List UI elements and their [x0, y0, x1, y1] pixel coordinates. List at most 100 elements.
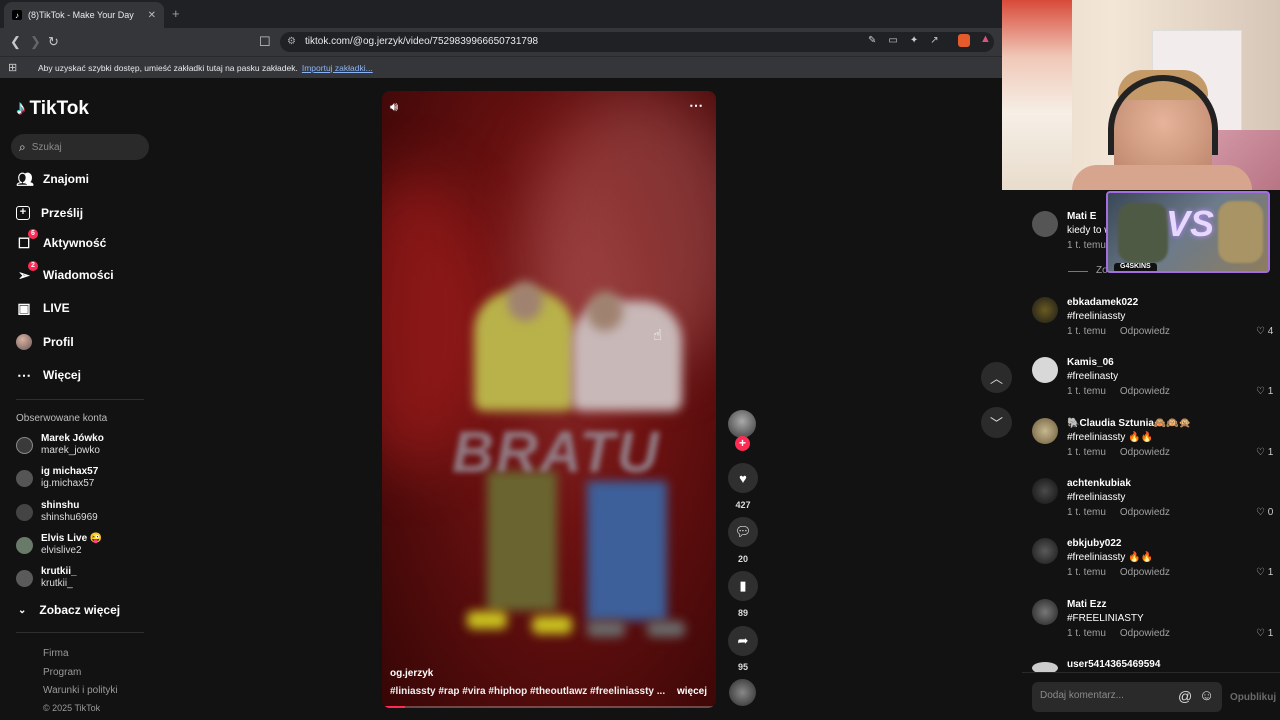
previous-video-button[interactable]: ︿	[981, 362, 1012, 393]
comment-author[interactable]: Kamis_06	[1067, 357, 1114, 368]
back-icon[interactable]: ❮	[10, 34, 21, 50]
heart-outline-icon[interactable]: ♡	[1256, 447, 1265, 458]
share-button[interactable]: ➦	[728, 626, 758, 656]
author-avatar[interactable]	[728, 410, 756, 438]
comment-input[interactable]: Dodaj komentarz...	[1032, 682, 1222, 712]
footer-link-company[interactable]: Firma	[43, 648, 69, 659]
avatar[interactable]	[1032, 211, 1058, 237]
comment-author[interactable]: ebkjuby022	[1067, 538, 1121, 549]
avatar	[16, 436, 33, 454]
comment-button[interactable]: 💬︎	[728, 517, 758, 547]
more-options-icon[interactable]: ⋯	[689, 97, 703, 114]
comment-author[interactable]: achtenkubiak	[1067, 478, 1131, 489]
video-hashtags[interactable]: #liniassty #rap #vira #hiphop #theoutlaw…	[390, 686, 665, 697]
sidebar-divider	[16, 632, 144, 633]
nav-label: Więcej	[43, 368, 81, 382]
curtain	[1002, 0, 1072, 190]
save-count: 89	[737, 608, 748, 618]
heart-outline-icon[interactable]: ♡	[1256, 507, 1265, 518]
search-placeholder: Szukaj	[31, 141, 62, 153]
like-button[interactable]: ♥	[728, 463, 758, 493]
nav-live[interactable]: ▣ LIVE	[16, 298, 69, 318]
followed-accounts-title: Obserwowane konta	[16, 413, 108, 424]
mention-icon[interactable]: @	[1178, 688, 1192, 704]
followed-account[interactable]: shinshu shinshu6969	[16, 500, 98, 524]
footer-link-terms[interactable]: Warunki i polityki	[43, 685, 118, 696]
comment-time: 1 t. temu	[1067, 326, 1106, 337]
comment-count: 20	[737, 554, 748, 564]
import-bookmarks-link[interactable]: Importuj zakładki...	[302, 63, 373, 73]
comment-time: 1 t. temu	[1067, 240, 1106, 251]
avatar	[16, 469, 33, 487]
nav-messages[interactable]: ➢ 2 Wiadomości	[16, 260, 114, 285]
reload-icon[interactable]: ↻	[48, 34, 59, 50]
account-name: Marek Jówko	[41, 433, 104, 444]
heart-outline-icon[interactable]: ♡	[1256, 386, 1265, 397]
reply-button[interactable]: Odpowiedz	[1120, 628, 1170, 639]
account-handle: krutkii_	[41, 578, 73, 589]
heart-outline-icon[interactable]: ♡	[1256, 567, 1265, 578]
video-progress-bar[interactable]	[382, 706, 716, 708]
comment-text: #freeliniassty	[1067, 492, 1126, 503]
search-input[interactable]: ⌕ Szukaj	[11, 134, 149, 160]
new-tab-icon[interactable]: +	[172, 6, 180, 21]
nav-friends[interactable]: 👥︎ Znajomi	[16, 169, 89, 189]
nav-more[interactable]: ⋯ Więcej	[16, 365, 81, 385]
followed-account[interactable]: Elvis Live 😜 elvislive2	[16, 533, 102, 557]
follow-plus-icon[interactable]: +	[735, 436, 750, 451]
comment-author[interactable]: 🐘Claudia Sztunia🙈🙉🙊	[1067, 418, 1191, 429]
avatar[interactable]	[1032, 357, 1058, 383]
reply-button[interactable]: Odpowiedz	[1120, 507, 1170, 518]
site-info-icon[interactable]: ⚙	[287, 36, 296, 47]
browser-toolbar-icons[interactable]: ✎▭✦↗	[868, 35, 951, 46]
comment-input-placeholder: Dodaj komentarz...	[1040, 690, 1124, 701]
forward-icon[interactable]: ❯	[30, 34, 41, 50]
followed-account[interactable]: Marek Jówko marek_jowko	[16, 433, 104, 457]
more-icon: ⋯	[17, 366, 31, 383]
video-player[interactable]: BRATU 🔊︎ ⋯ og.jerzyk #liniassty #rap #vi…	[382, 91, 716, 708]
account-name: krutkii_	[41, 566, 77, 577]
footer-link-program[interactable]: Program	[43, 667, 81, 678]
apps-grid-icon[interactable]: ⊞	[8, 61, 17, 74]
emoji-icon[interactable]: ☺	[1199, 687, 1214, 704]
nav-upload[interactable]: + Prześlij	[16, 203, 83, 223]
comment-like-count: 1	[1267, 447, 1274, 458]
url-text[interactable]: tiktok.com/@og.jerzyk/video/752983996665…	[305, 36, 538, 47]
bookmark-icon[interactable]: ☐	[259, 34, 271, 50]
brave-shield-icon[interactable]	[958, 34, 970, 47]
avatar[interactable]	[1032, 538, 1058, 564]
nav-profile[interactable]: Profil	[16, 332, 74, 352]
browser-tab[interactable]: ♪ (8)TikTok - Make Your Day ✕	[4, 2, 164, 28]
music-disc-icon[interactable]	[729, 679, 756, 706]
reply-button[interactable]: Odpowiedz	[1120, 326, 1170, 337]
followed-account[interactable]: ig michax57 ig.michax57	[16, 466, 98, 490]
video-more-link[interactable]: więcej	[677, 686, 707, 697]
save-button[interactable]: ▮	[728, 571, 758, 601]
close-tab-icon[interactable]: ✕	[148, 10, 156, 21]
avatar[interactable]	[1032, 599, 1058, 625]
video-author[interactable]: og.jerzyk	[390, 668, 433, 679]
avatar[interactable]	[1032, 297, 1058, 323]
tiktok-logo[interactable]: ♪ TikTok	[16, 98, 89, 120]
brave-rewards-icon[interactable]: ▲	[980, 33, 991, 45]
nav-label: Prześlij	[41, 206, 84, 220]
comment-author[interactable]: Mati Ezz	[1067, 599, 1106, 610]
reply-button[interactable]: Odpowiedz	[1120, 386, 1170, 397]
next-video-button[interactable]: ﹀	[981, 407, 1012, 438]
nav-activity[interactable]: ☐ 6 Aktywność	[16, 228, 106, 253]
avatar[interactable]	[1032, 418, 1058, 444]
volume-icon[interactable]: 🔊︎	[390, 99, 398, 115]
publish-button[interactable]: Opublikuj	[1230, 692, 1276, 703]
comment-author[interactable]: user5414365469594	[1067, 659, 1160, 670]
comment-author[interactable]: ebkadamek022	[1067, 297, 1138, 308]
figure-shoe	[587, 621, 625, 637]
heart-outline-icon[interactable]: ♡	[1256, 628, 1265, 639]
avatar[interactable]	[1032, 478, 1058, 504]
followed-account[interactable]: krutkii_ krutkii_	[16, 566, 77, 590]
heart-outline-icon[interactable]: ♡	[1256, 326, 1265, 337]
reply-button[interactable]: Odpowiedz	[1120, 567, 1170, 578]
reply-button[interactable]: Odpowiedz	[1120, 447, 1170, 458]
bookmark-icon: ▮	[739, 578, 747, 593]
comment-author[interactable]: Mati E	[1067, 211, 1096, 222]
see-more-button[interactable]: ⌄ Zobacz więcej	[18, 603, 120, 617]
